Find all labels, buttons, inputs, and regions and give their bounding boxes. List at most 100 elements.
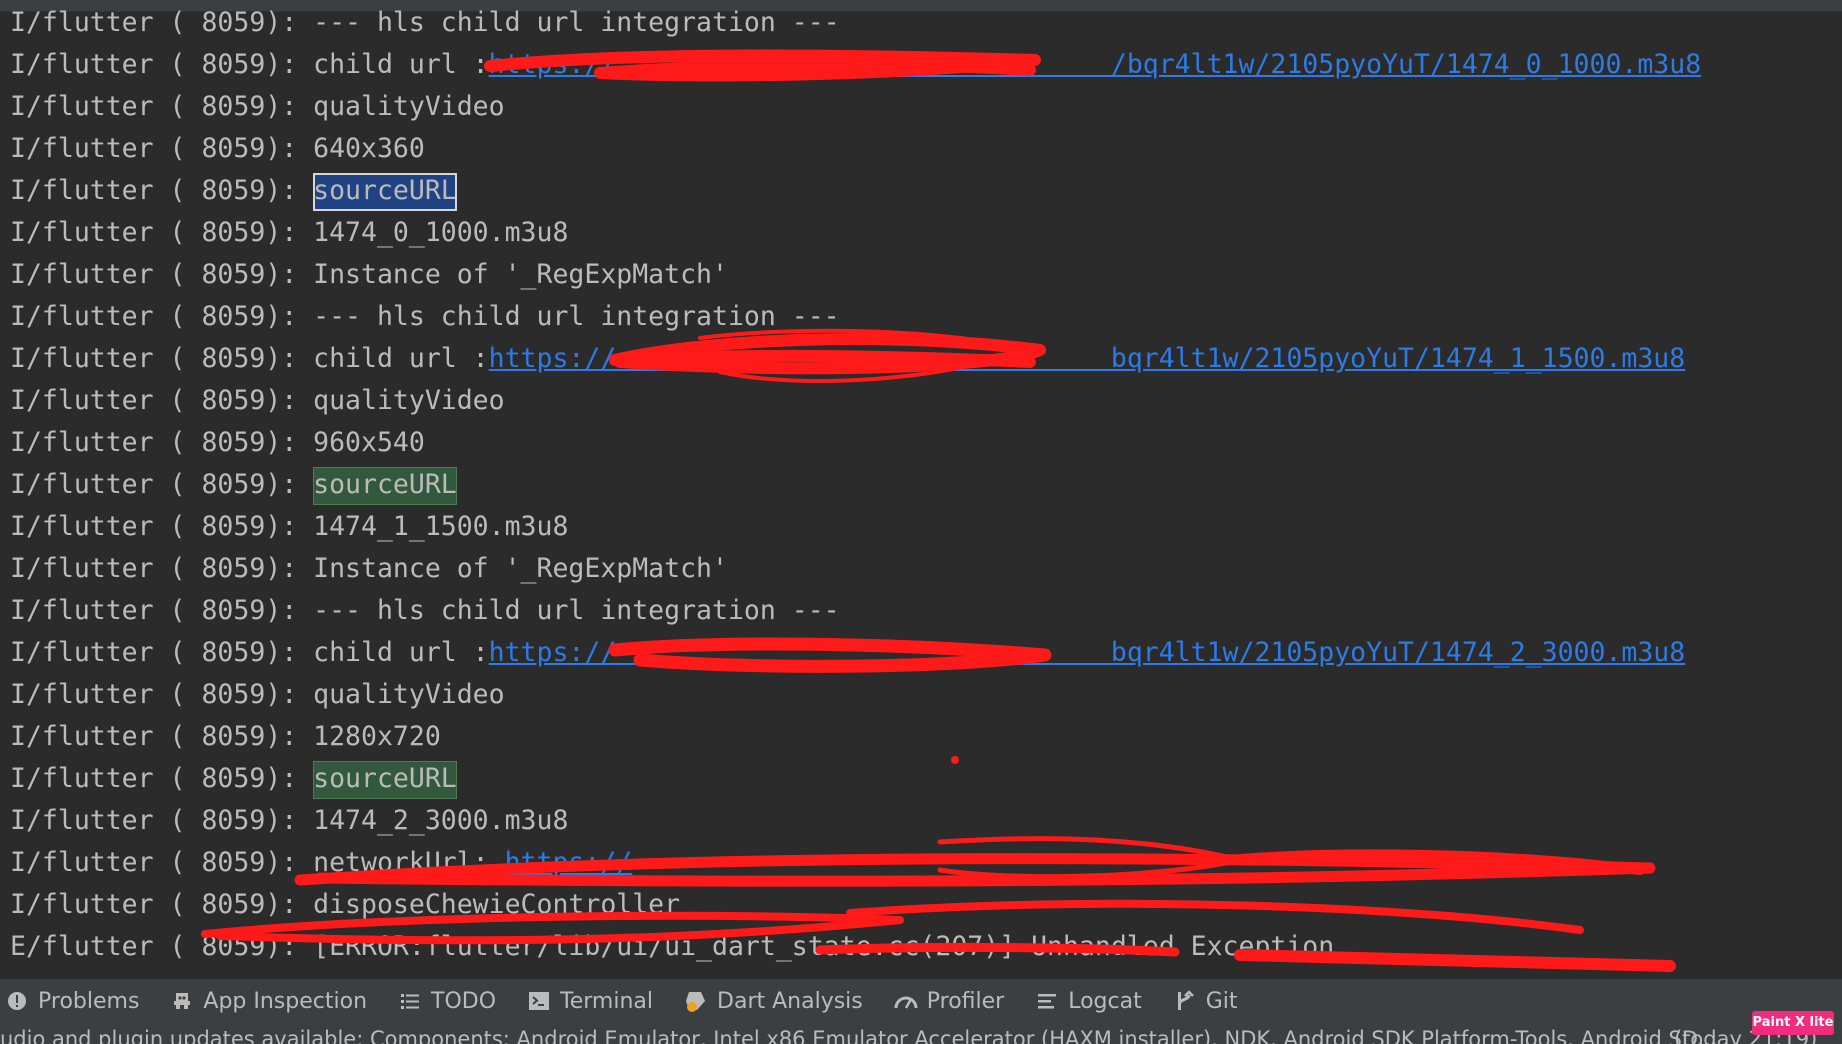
log-prefix: I/flutter ( 8059): (10, 553, 314, 584)
log-message: Instance of '_RegExpMatch' (313, 259, 728, 290)
log-prefix: I/flutter ( 8059): (10, 721, 314, 752)
log-message: 1474_1_1500.m3u8 (313, 511, 569, 542)
tool-tab-todo[interactable]: TODO (393, 979, 512, 1023)
log-message: child url : (313, 343, 489, 374)
log-message: qualityVideo (313, 91, 505, 122)
log-line[interactable]: I/flutter ( 8059): 640x360 (10, 128, 425, 170)
log-line[interactable]: I/flutter ( 8059): child url :https:// /… (10, 44, 1701, 86)
status-message[interactable]: udio and plugin updates available: Compo… (0, 1028, 1718, 1044)
log-line[interactable]: I/flutter ( 8059): 1474_1_1500.m3u8 (10, 506, 568, 548)
log-line[interactable]: I/flutter ( 8059): 1474_0_1000.m3u8 (10, 212, 568, 254)
log-prefix: I/flutter ( 8059): (10, 343, 314, 374)
tool-tab-git[interactable]: Git (1168, 979, 1254, 1023)
log-message: 1474_0_1000.m3u8 (313, 217, 569, 248)
tool-tab-logcat[interactable]: Logcat (1030, 979, 1158, 1023)
tool-tab-profiler[interactable]: Profiler (889, 979, 1020, 1023)
logcat-icon (1034, 988, 1060, 1014)
log-prefix: I/flutter ( 8059): (10, 217, 314, 248)
log-line-error[interactable]: E/flutter ( 8059): [ERROR:flutter/lib/ui… (10, 926, 1334, 968)
tool-tab-label: Problems (38, 988, 140, 1014)
tool-window-bar: Problems App Inspection TODO Terminal Dart A… (0, 978, 1842, 1023)
log-prefix: I/flutter ( 8059): (10, 301, 314, 332)
log-link[interactable]: https:// bqr4lt1w/2105pyoYuT/1474_1_1500… (489, 343, 1686, 374)
log-prefix: I/flutter ( 8059): (10, 259, 314, 290)
log-prefix: I/flutter ( 8059): (10, 679, 314, 710)
log-message: --- hls child url integration --- (313, 7, 840, 38)
tool-tab-label: Logcat (1068, 988, 1142, 1014)
log-prefix: I/flutter ( 8059): (10, 49, 314, 80)
log-message: 1474_2_3000.m3u8 (313, 805, 569, 836)
log-prefix: I/flutter ( 8059): (10, 763, 314, 794)
log-message: disposeChewieController (313, 889, 681, 920)
log-prefix: I/flutter ( 8059): (10, 595, 314, 626)
log-message: [ERROR:flutter/lib/ui/ui_dart_state.cc(2… (313, 931, 1335, 962)
tool-tab-terminal[interactable]: Terminal (522, 979, 669, 1023)
log-message: qualityVideo (313, 679, 505, 710)
log-console[interactable]: I/flutter ( 8059): --- hls child url int… (0, 0, 1842, 978)
status-bar: udio and plugin updates available: Compo… (0, 1022, 1842, 1044)
log-link[interactable]: https:// (505, 847, 633, 878)
log-link[interactable]: https:// /bqr4lt1w/2105pyoYuT/1474_0_100… (489, 49, 1702, 80)
log-prefix: I/flutter ( 8059): (10, 175, 314, 206)
log-line[interactable]: I/flutter ( 8059): Instance of '_RegExpM… (10, 548, 728, 590)
log-message: child url : (313, 49, 489, 80)
log-line[interactable]: I/flutter ( 8059): 1280x720 (10, 716, 441, 758)
log-line[interactable]: I/flutter ( 8059): child url :https:// b… (10, 338, 1685, 380)
log-prefix: I/flutter ( 8059): (10, 427, 314, 458)
log-prefix: I/flutter ( 8059): (10, 7, 314, 38)
tool-tab-dart-analysis[interactable]: Dart Analysis (679, 979, 879, 1023)
tool-tab-app-inspection[interactable]: App Inspection (165, 979, 383, 1023)
tool-tab-label: App Inspection (203, 988, 368, 1014)
log-line[interactable]: I/flutter ( 8059): networkUrl: https:// (10, 842, 632, 884)
log-prefix: I/flutter ( 8059): (10, 847, 314, 878)
log-message: child url : (313, 637, 489, 668)
app-inspection-icon (169, 988, 195, 1014)
log-prefix: I/flutter ( 8059): (10, 469, 314, 500)
log-line[interactable]: I/flutter ( 8059): disposeChewieControll… (10, 884, 680, 926)
log-line[interactable]: I/flutter ( 8059): qualityVideo (10, 86, 505, 128)
tool-tab-label: TODO (431, 988, 497, 1014)
log-link[interactable]: https:// bqr4lt1w/2105pyoYuT/1474_2_3000… (489, 637, 1686, 668)
log-line[interactable]: I/flutter ( 8059): --- hls child url int… (10, 2, 840, 44)
tool-tab-label: Terminal (560, 988, 654, 1014)
log-prefix: I/flutter ( 8059): (10, 889, 314, 920)
dart-analysis-icon (683, 988, 709, 1014)
search-match: sourceURL (313, 466, 457, 505)
log-message: 1280x720 (313, 721, 441, 752)
terminal-icon (526, 988, 552, 1014)
log-line[interactable]: I/flutter ( 8059): --- hls child url int… (10, 296, 840, 338)
log-prefix: I/flutter ( 8059): (10, 511, 314, 542)
log-line[interactable]: I/flutter ( 8059): --- hls child url int… (10, 590, 840, 632)
log-line[interactable]: I/flutter ( 8059): qualityVideo (10, 674, 505, 716)
paint-x-lite-badge: Paint X lite (1752, 1011, 1834, 1035)
log-prefix: I/flutter ( 8059): (10, 91, 314, 122)
info-circle-icon (4, 988, 30, 1014)
search-match-current: sourceURL (313, 172, 457, 211)
tool-tab-problems[interactable]: Problems (0, 979, 155, 1023)
log-message: --- hls child url integration --- (313, 301, 840, 332)
log-line[interactable]: I/flutter ( 8059): Instance of '_RegExpM… (10, 254, 728, 296)
log-prefix: I/flutter ( 8059): (10, 133, 314, 164)
log-message: 960x540 (313, 427, 425, 458)
log-line[interactable]: I/flutter ( 8059): sourceURL (10, 758, 457, 800)
gauge-icon (893, 988, 919, 1014)
git-branch-icon (1172, 988, 1198, 1014)
tool-tab-label: Git (1205, 988, 1238, 1014)
log-line[interactable]: I/flutter ( 8059): 1474_2_3000.m3u8 (10, 800, 568, 842)
log-message: 640x360 (313, 133, 425, 164)
tool-tab-label: Profiler (926, 988, 1005, 1014)
log-message: networkUrl: (313, 847, 505, 878)
log-message: qualityVideo (313, 385, 505, 416)
search-match: sourceURL (313, 760, 457, 799)
log-prefix: E/flutter ( 8059): (10, 931, 314, 962)
log-line[interactable]: I/flutter ( 8059): sourceURL (10, 464, 457, 506)
log-line[interactable]: I/flutter ( 8059): 960x540 (10, 422, 425, 464)
log-line[interactable]: I/flutter ( 8059): qualityVideo (10, 380, 505, 422)
log-prefix: I/flutter ( 8059): (10, 637, 314, 668)
tool-tab-label: Dart Analysis (717, 988, 863, 1014)
log-message: Instance of '_RegExpMatch' (313, 553, 728, 584)
log-line[interactable]: I/flutter ( 8059): child url :https:// b… (10, 632, 1685, 674)
log-prefix: I/flutter ( 8059): (10, 385, 314, 416)
list-icon (397, 988, 423, 1014)
log-line[interactable]: I/flutter ( 8059): sourceURL (10, 170, 457, 212)
